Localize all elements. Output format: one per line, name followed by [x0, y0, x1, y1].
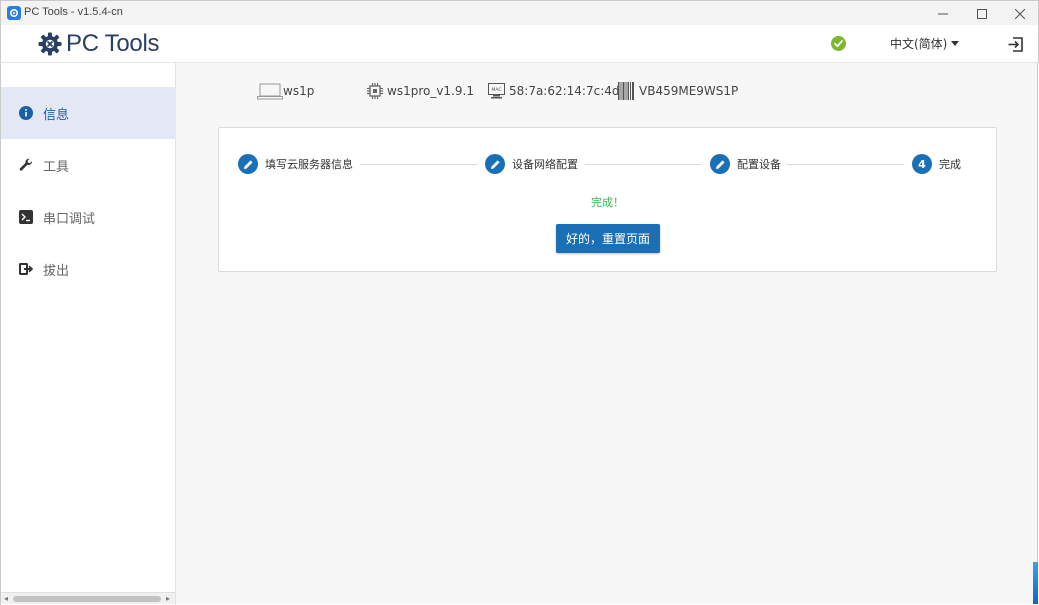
step-connector: [787, 164, 904, 165]
wizard-step-3: 配置设备: [710, 154, 781, 174]
scrollbar-thumb[interactable]: [13, 596, 161, 602]
device-name: ws1p: [283, 84, 315, 98]
sign-out-icon: [18, 262, 33, 277]
corner-accent: [1033, 562, 1038, 604]
window-titlebar: PC Tools - v1.5.4-cn: [0, 0, 1039, 25]
step-connector: [360, 164, 477, 165]
setup-wizard-card: 填写云服务器信息 设备网络配置 配置设备 4 完成 完成！ 好的，重置页面: [218, 127, 997, 272]
firmware-version: ws1pro_v1.9.1: [387, 84, 474, 98]
chip-icon: [367, 83, 383, 99]
sidebar-item-eject[interactable]: 拔出: [1, 243, 176, 295]
edit-icon: [710, 154, 730, 174]
wizard-step-label: 设备网络配置: [512, 158, 578, 171]
minimize-icon: [938, 13, 948, 14]
logout-icon[interactable]: [1007, 36, 1024, 53]
sidebar: 信息 工具 串口调试 拔出: [0, 63, 176, 605]
maximize-button[interactable]: [962, 1, 1002, 26]
mac-address-icon: MAC: [488, 83, 505, 99]
wizard-step-4: 4 完成: [912, 154, 961, 174]
mac-address: 58:7a:62:14:7c:4d: [509, 84, 620, 98]
close-button[interactable]: [1000, 1, 1039, 26]
wizard-step-2: 设备网络配置: [485, 154, 578, 174]
sidebar-item-tools[interactable]: 工具: [1, 139, 176, 191]
terminal-icon: [18, 210, 33, 225]
language-label: 中文(简体): [890, 37, 948, 51]
caret-down-icon: [951, 41, 960, 46]
close-icon: [1015, 8, 1025, 19]
check-circle-icon: [831, 36, 846, 51]
step-connector: [585, 164, 702, 165]
wizard-step-1: 填写云服务器信息: [238, 154, 353, 174]
mac-icon-text: MAC: [491, 87, 501, 93]
window-title: PC Tools - v1.5.4-cn: [24, 6, 123, 18]
edit-icon: [238, 154, 258, 174]
edit-icon: [485, 154, 505, 174]
serial-number: VB459ME9WS1P: [639, 84, 739, 98]
info-icon: [18, 106, 33, 121]
wizard-step-label: 填写云服务器信息: [265, 158, 353, 171]
barcode-icon: [618, 82, 634, 100]
device-name-info: ws1p: [257, 81, 314, 101]
mac-info: MAC 58:7a:62:14:7c:4d: [488, 81, 620, 101]
wrench-icon: [18, 158, 33, 173]
language-dropdown[interactable]: 中文(简体): [890, 35, 960, 52]
app-logo: PC Tools: [38, 29, 160, 59]
reset-page-button[interactable]: 好的，重置页面: [556, 224, 660, 253]
app-icon: [7, 6, 21, 20]
sidebar-item-info[interactable]: 信息: [1, 87, 176, 139]
sidebar-item-label: 拔出: [43, 263, 70, 279]
scroll-left-icon[interactable]: ◂: [4, 594, 8, 603]
maximize-icon: [977, 8, 987, 19]
firmware-info: ws1pro_v1.9.1: [367, 81, 474, 101]
sidebar-horizontal-scrollbar[interactable]: ◂ ▸: [1, 592, 175, 604]
brand-name: PC Tools: [66, 30, 160, 57]
gear-logo-icon: [38, 32, 62, 56]
wizard-step-label: 完成: [939, 158, 961, 171]
serial-info: VB459ME9WS1P: [618, 81, 738, 101]
scroll-right-icon[interactable]: ▸: [166, 594, 170, 603]
sidebar-item-label: 信息: [43, 107, 70, 123]
step-number: 4: [912, 154, 932, 174]
result-message: 完成！: [591, 196, 624, 209]
laptop-icon: [257, 83, 283, 99]
sidebar-item-label: 工具: [43, 159, 70, 175]
wizard-step-label: 配置设备: [737, 158, 781, 171]
main-content: ws1p ws1pro_v1.9.1 MAC 58:7a:62:14:7c:4d: [176, 63, 1038, 604]
sidebar-item-serial-debug[interactable]: 串口调试: [1, 191, 176, 243]
minimize-button[interactable]: [923, 1, 963, 26]
app-header: PC Tools 中文(简体): [0, 25, 1039, 63]
sidebar-item-label: 串口调试: [43, 211, 96, 227]
